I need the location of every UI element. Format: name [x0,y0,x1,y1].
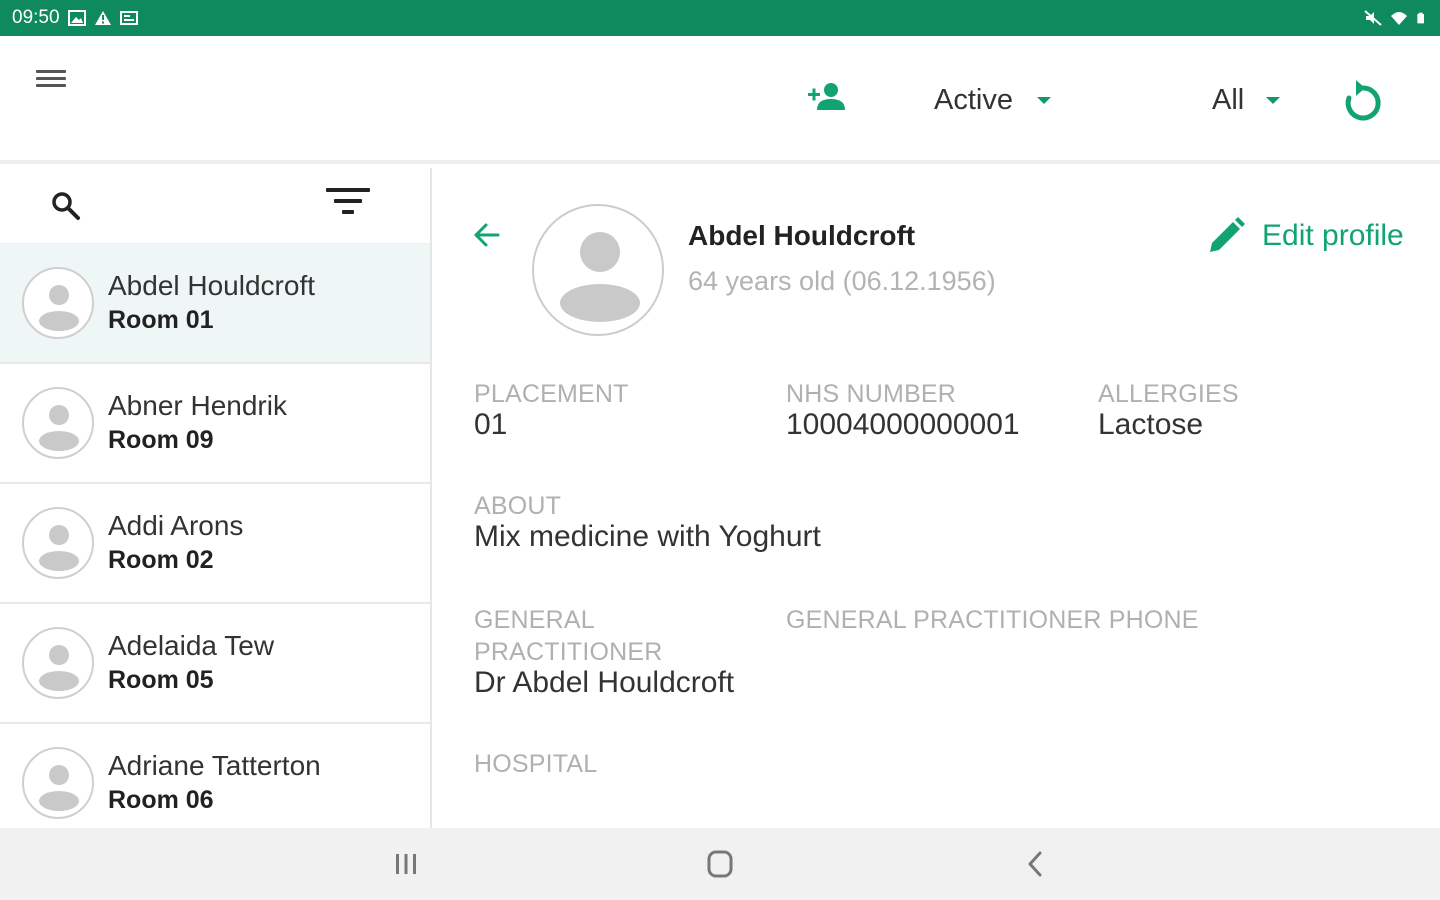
add-user-icon[interactable] [806,80,848,116]
gp-phone-label: GENERAL PRACTITIONER PHONE [786,606,1199,634]
patient-row[interactable]: Abdel Houldcroft Room 01 [0,244,430,364]
mute-icon [1364,10,1382,26]
gp-label-line1: GENERAL [474,606,595,634]
avatar-placeholder-icon [22,747,94,819]
about-value: Mix medicine with Yoghurt [474,520,821,553]
about-label: ABOUT [474,492,562,520]
screen-icon [119,11,138,25]
patient-name: Adelaida Tew [108,630,275,661]
group-filter-dropdown[interactable]: All [1212,80,1281,120]
patient-row[interactable]: Adelaida Tew Room 05 [0,604,430,724]
patient-list-panel: Abdel Houldcroft Room 01 Abner Hendrik R… [0,168,432,828]
patient-detail-panel: Abdel Houldcroft 64 years old (06.12.195… [434,168,1440,828]
app-bar: Active All [0,36,1440,164]
placement-value: 01 [474,408,508,441]
patient-room: Room 01 [108,306,214,334]
list-toolbar [0,168,430,244]
gp-label: GENERAL PRACTITIONER [474,604,663,668]
back-arrow-icon[interactable] [472,220,502,250]
home-icon[interactable] [700,846,740,882]
gp-value: Dr Abdel Houldcroft [474,666,735,699]
menu-icon [36,70,76,87]
avatar-placeholder-icon [22,507,94,579]
system-nav-bar [0,828,1440,900]
wifi-icon [1391,12,1407,25]
patient-room: Room 02 [108,546,214,574]
patient-room: Room 09 [108,426,214,454]
edit-profile-button[interactable]: Edit profile [1206,216,1404,256]
patient-name: Abner Hendrik [108,390,287,421]
avatar-placeholder-icon [22,267,94,339]
status-time: 09:50 [12,7,60,28]
patient-row[interactable]: Adriane Tatterton Room 06 [0,724,430,828]
patient-room: Room 06 [108,786,214,814]
chevron-down-icon [1036,96,1051,104]
nhs-number-value: 10004000000001 [786,408,1020,441]
menu-button[interactable] [36,66,76,96]
patient-room: Room 05 [108,666,214,694]
sort-button[interactable] [324,188,372,224]
placement-label: PLACEMENT [474,380,629,408]
status-filter-dropdown[interactable]: Active [934,80,1051,120]
patient-row[interactable]: Abner Hendrik Room 09 [0,364,430,484]
recent-apps-icon[interactable] [386,846,426,882]
edit-profile-label: Edit profile [1262,219,1404,252]
hospital-label: HOSPITAL [474,750,598,778]
chevron-down-icon [1266,96,1281,104]
sort-icon [324,188,372,214]
patient-name: Addi Arons [108,510,244,541]
allergies-label: ALLERGIES [1098,380,1239,408]
patient-name: Adriane Tatterton [108,750,321,781]
profile-age: 64 years old (06.12.1956) [688,266,996,296]
search-icon[interactable] [50,190,82,222]
patient-name: Abdel Houldcroft [108,270,316,301]
patient-row[interactable]: Addi Arons Room 02 [0,484,430,604]
back-icon[interactable] [1016,846,1056,882]
profile-avatar [532,204,664,336]
refresh-icon[interactable] [1338,76,1388,126]
avatar-placeholder-icon [22,387,94,459]
status-filter-label: Active [934,83,1013,116]
status-bar: 09:50 [0,0,1440,36]
gp-label-line2: PRACTITIONER [474,638,663,666]
avatar-placeholder-icon [22,627,94,699]
gallery-icon [67,10,86,26]
profile-name: Abdel Houldcroft [688,220,916,251]
group-filter-label: All [1212,83,1245,116]
allergies-value: Lactose [1098,408,1204,441]
edit-pencil-icon [1210,217,1245,252]
nhs-number-label: NHS NUMBER [786,380,957,408]
battery-icon [1417,12,1424,24]
warning-icon [94,11,111,25]
